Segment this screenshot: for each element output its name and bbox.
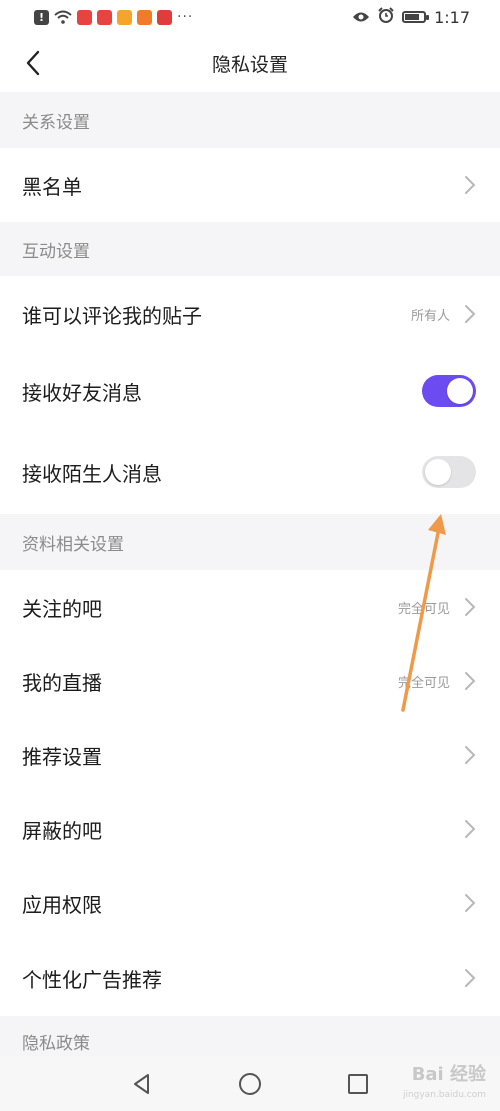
chevron-right-icon xyxy=(465,176,476,194)
row-label: 推荐设置 xyxy=(22,744,102,769)
chevron-right-icon xyxy=(465,969,476,987)
watermark-logo: Bai 经验 xyxy=(411,1064,486,1085)
blacklist-row[interactable]: 黑名单 xyxy=(0,148,500,222)
row-label: 应用权限 xyxy=(22,892,102,917)
nav-home-button[interactable] xyxy=(238,1072,262,1096)
chevron-right-icon xyxy=(465,746,476,764)
notification-icons: ! ··· xyxy=(34,9,193,25)
triangle-back-icon xyxy=(134,1073,149,1094)
comment-permission-row[interactable]: 谁可以评论我的贴子 所有人 xyxy=(0,276,500,352)
section-header-interaction: 互动设置 xyxy=(0,222,500,276)
row-label: 黑名单 xyxy=(22,174,82,199)
system-icons: 1:17 xyxy=(352,7,470,27)
alert-icon: ! xyxy=(34,9,49,25)
personalized-ads-row[interactable]: 个性化广告推荐 xyxy=(0,940,500,1016)
my-live-row[interactable]: 我的直播 完全可见 xyxy=(0,644,500,718)
section-header-relationship: 关系设置 xyxy=(0,92,500,148)
alarm-icon xyxy=(378,7,394,27)
chevron-right-icon xyxy=(465,820,476,838)
row-label: 接收好友消息 xyxy=(22,380,142,405)
blocked-bars-row[interactable]: 屏蔽的吧 xyxy=(0,792,500,866)
back-button[interactable] xyxy=(18,48,48,78)
row-value: 完全可见 xyxy=(397,601,450,617)
app-notification-icon xyxy=(97,9,112,25)
app-permissions-row[interactable]: 应用权限 xyxy=(0,866,500,940)
row-value: 所有人 xyxy=(410,308,450,324)
friend-messages-row: 接收好友消息 xyxy=(0,352,500,430)
recommend-settings-row[interactable]: 推荐设置 xyxy=(0,718,500,792)
wifi-icon xyxy=(54,10,72,25)
chevron-right-icon xyxy=(465,305,476,323)
watermark-url: jingyan.baidu.com xyxy=(402,1090,486,1100)
section-header-profile: 资料相关设置 xyxy=(0,514,500,570)
circle-home-icon xyxy=(239,1072,261,1095)
followed-bars-row[interactable]: 关注的吧 完全可见 xyxy=(0,570,500,644)
nav-back-button[interactable] xyxy=(130,1072,154,1096)
clock-time: 1:17 xyxy=(434,7,470,27)
toggle-knob xyxy=(425,459,451,485)
row-label: 关注的吧 xyxy=(22,596,102,621)
play-icon xyxy=(137,9,152,25)
section-header-privacy-policy: 隐私政策 xyxy=(0,1016,500,1056)
row-label: 谁可以评论我的贴子 xyxy=(22,303,202,328)
row-label: 我的直播 xyxy=(22,670,102,695)
app-notification-icon xyxy=(117,9,132,25)
row-value: 完全可见 xyxy=(397,675,450,691)
square-recents-icon xyxy=(348,1073,368,1094)
chevron-right-icon xyxy=(465,894,476,912)
row-label: 屏蔽的吧 xyxy=(22,818,102,843)
app-notification-icon xyxy=(157,9,172,25)
nav-header: 隐私设置 xyxy=(0,34,500,92)
app-notification-icon xyxy=(77,9,92,25)
chevron-right-icon xyxy=(465,672,476,690)
stranger-messages-toggle[interactable] xyxy=(422,456,476,488)
nav-recents-button[interactable] xyxy=(346,1072,370,1096)
status-bar: ! ··· 1:17 xyxy=(0,0,500,34)
more-notifications-icon: ··· xyxy=(177,9,194,25)
friend-messages-toggle[interactable] xyxy=(422,375,476,407)
stranger-messages-row: 接收陌生人消息 xyxy=(0,430,500,514)
chevron-left-icon xyxy=(26,50,40,76)
eye-icon xyxy=(352,8,370,27)
row-label: 接收陌生人消息 xyxy=(22,461,162,486)
toggle-knob xyxy=(447,378,473,404)
page-title: 隐私设置 xyxy=(211,53,288,76)
battery-icon xyxy=(402,11,430,23)
row-label: 个性化广告推荐 xyxy=(22,967,162,992)
chevron-right-icon xyxy=(465,598,476,616)
